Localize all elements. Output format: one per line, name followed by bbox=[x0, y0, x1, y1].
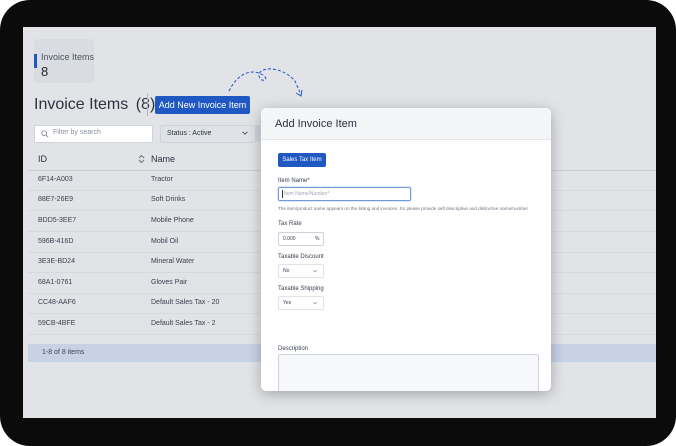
tax-rate-unit: % bbox=[315, 236, 320, 242]
tax-rate-label: Tax Rate bbox=[278, 221, 302, 227]
device-frame: Invoice Items 8 Invoice Items (8) Add Ne… bbox=[0, 0, 676, 446]
filter-divider bbox=[256, 125, 260, 141]
page-title-text: Invoice Items bbox=[34, 96, 129, 113]
taxable-shipping-select[interactable]: Yes bbox=[278, 296, 324, 310]
sales-tax-item-tab[interactable]: Sales Tax Item bbox=[278, 153, 326, 167]
row-name: Default Sales Tax - 20 bbox=[151, 299, 220, 306]
taxable-shipping-label: Taxable Shipping bbox=[278, 286, 324, 292]
item-name-label: Item Name* bbox=[278, 178, 310, 184]
taxable-discount-select[interactable]: No bbox=[278, 264, 324, 278]
description-label: Description bbox=[278, 346, 309, 352]
row-id: BDD5-3EE7 bbox=[38, 217, 77, 224]
taxable-shipping-value: Yes bbox=[283, 300, 292, 306]
row-id: 68A1-0761 bbox=[38, 279, 73, 286]
tax-rate-value: 0.000 bbox=[283, 236, 296, 242]
sort-icon[interactable] bbox=[138, 154, 145, 164]
row-id: 3E3E-BD24 bbox=[38, 258, 75, 265]
stat-accent-bar bbox=[34, 54, 37, 68]
curved-arrow-icon bbox=[228, 68, 303, 97]
item-name-input[interactable]: Item Name/Number* bbox=[278, 187, 411, 201]
text-caret bbox=[282, 190, 283, 198]
item-name-help-text: The item/product name appears on the lis… bbox=[278, 206, 528, 211]
status-filter-dropdown[interactable]: Status : Active bbox=[160, 125, 256, 143]
page-title-count: (8) bbox=[135, 96, 156, 113]
row-id: 6F14-A003 bbox=[38, 176, 73, 183]
row-name: Mobile Phone bbox=[151, 217, 194, 224]
description-textarea[interactable] bbox=[278, 354, 539, 391]
row-id: 88E7-26E9 bbox=[38, 196, 74, 203]
add-invoice-item-modal: Add Invoice Item Sales Tax Item Item Nam… bbox=[261, 108, 551, 391]
chevron-down-icon bbox=[312, 269, 318, 273]
modal-title: Add Invoice Item bbox=[275, 118, 357, 130]
search-placeholder: Filter by search bbox=[53, 129, 101, 136]
row-name: Mineral Water bbox=[151, 258, 195, 265]
title-divider bbox=[147, 94, 148, 116]
search-icon bbox=[41, 130, 49, 138]
row-name: Gloves Pair bbox=[151, 279, 188, 286]
row-id: CC48-AAF6 bbox=[38, 299, 76, 306]
page-title: Invoice Items (8) bbox=[34, 96, 155, 114]
chevron-down-icon bbox=[242, 131, 248, 135]
row-name: Mobil Oil bbox=[151, 238, 179, 245]
search-filter-input[interactable]: Filter by search bbox=[34, 125, 153, 143]
row-id: 596B-416D bbox=[38, 238, 74, 245]
item-name-placeholder: Item Name/Number* bbox=[284, 191, 330, 197]
column-header-name[interactable]: Name bbox=[151, 154, 175, 164]
row-id: 59CB-4BFE bbox=[38, 320, 76, 327]
stat-label: Invoice Items bbox=[41, 52, 95, 62]
modal-header: Add Invoice Item bbox=[261, 108, 551, 140]
taxable-discount-label: Taxable Discount bbox=[278, 254, 324, 260]
invoice-items-stat-card: Invoice Items 8 bbox=[34, 39, 94, 83]
row-name: Default Sales Tax - 2 bbox=[151, 320, 216, 327]
stat-count: 8 bbox=[41, 64, 49, 79]
pagination-summary: 1-8 of 8 items bbox=[42, 349, 85, 356]
row-name: Tractor bbox=[151, 176, 173, 183]
column-header-id[interactable]: ID bbox=[38, 154, 47, 164]
status-filter-label: Status : Active bbox=[167, 130, 212, 137]
chevron-down-icon bbox=[312, 301, 318, 305]
row-name: Soft Drinks bbox=[151, 196, 186, 203]
app-screen: Invoice Items 8 Invoice Items (8) Add Ne… bbox=[23, 27, 656, 418]
taxable-discount-value: No bbox=[283, 268, 290, 274]
tax-rate-input[interactable]: 0.000 % bbox=[278, 232, 324, 246]
